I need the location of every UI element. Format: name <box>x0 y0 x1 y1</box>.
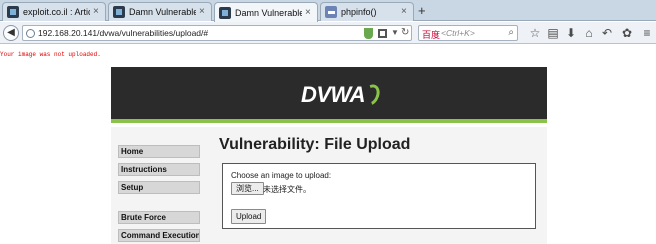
logo-text: DVWA <box>301 82 366 107</box>
menu-icon[interactable]: ≡ <box>640 26 654 40</box>
tab-title: Damn Vulnerable Web A... <box>129 7 196 17</box>
star-icon[interactable]: ☆ <box>528 26 542 40</box>
tab-strip: exploit.co.il : Articles : Tu... × Damn … <box>0 0 656 22</box>
download-icon[interactable]: ⬇ <box>564 26 578 40</box>
page-title: Vulnerability: File Upload <box>219 136 411 153</box>
close-icon[interactable]: × <box>305 7 313 18</box>
globe-icon <box>26 29 35 38</box>
close-icon[interactable]: × <box>199 7 207 17</box>
tab-title: Damn Vulnerable Web A... <box>235 7 302 18</box>
addon-icon[interactable]: ✿ <box>620 26 634 40</box>
php-favicon-icon <box>325 6 337 18</box>
menu-item-instructions[interactable]: Instructions <box>118 163 200 176</box>
search-engine-label: 百度 <box>422 30 441 40</box>
menu-item-brute-force[interactable]: Brute Force <box>118 211 200 224</box>
menu-item-home[interactable]: Home <box>118 145 200 158</box>
tab-dvwa-active[interactable]: Damn Vulnerable Web A... × <box>214 2 318 22</box>
navigation-bar: ◀ 192.168.20.141/dvwa/vulnerabilities/up… <box>0 22 656 44</box>
tab-exploit[interactable]: exploit.co.il : Articles : Tu... × <box>2 2 106 21</box>
dvwa-favicon-icon <box>219 6 231 19</box>
upload-label: Choose an image to upload: <box>231 171 332 180</box>
tab-title: phpinfo() <box>341 7 377 17</box>
no-file-text: 未选择文件。 <box>263 185 311 194</box>
close-icon[interactable]: × <box>93 7 101 17</box>
qr-icon[interactable] <box>378 29 387 38</box>
back-history-icon[interactable]: ↶ <box>600 26 614 40</box>
url-text[interactable]: 192.168.20.141/dvwa/vulnerabilities/uplo… <box>38 28 208 38</box>
search-bar[interactable]: 百度 <Ctrl+K> ⌕ <box>418 25 518 41</box>
dvwa-logo: DVWA <box>301 81 383 109</box>
browse-button[interactable]: 浏览... <box>231 182 264 195</box>
search-input[interactable]: <Ctrl+K> <box>441 28 475 38</box>
reading-list-icon[interactable]: ▤ <box>546 26 560 40</box>
menu-item-setup[interactable]: Setup <box>118 181 200 194</box>
tab-dvwa-1[interactable]: Damn Vulnerable Web A... × <box>108 2 212 21</box>
search-icon[interactable]: ⌕ <box>508 27 514 38</box>
new-tab-button[interactable]: + <box>418 3 426 19</box>
reload-icon[interactable]: ↻ <box>401 27 409 38</box>
upload-error-message: Your image was not uploaded. <box>0 51 101 58</box>
menu-item-command-execution[interactable]: Command Execution <box>118 229 200 242</box>
url-bar[interactable]: 192.168.20.141/dvwa/vulnerabilities/uplo… <box>22 25 412 41</box>
upload-button[interactable]: Upload <box>231 209 267 224</box>
dvwa-favicon-icon <box>113 6 125 18</box>
home-icon[interactable]: ⌂ <box>582 26 596 40</box>
dvwa-header: DVWA <box>111 67 547 123</box>
upload-form: Choose an image to upload: 浏览... 未选择文件。 … <box>222 163 536 229</box>
dropdown-icon[interactable]: ▼ <box>391 28 399 37</box>
shield-icon[interactable] <box>364 28 373 39</box>
back-icon[interactable]: ◀ <box>3 25 19 41</box>
tab-title: exploit.co.il : Articles : Tu... <box>23 7 90 17</box>
tab-phpinfo[interactable]: phpinfo() × <box>320 2 414 21</box>
close-icon[interactable]: × <box>401 7 409 17</box>
site-favicon-icon <box>7 6 19 18</box>
